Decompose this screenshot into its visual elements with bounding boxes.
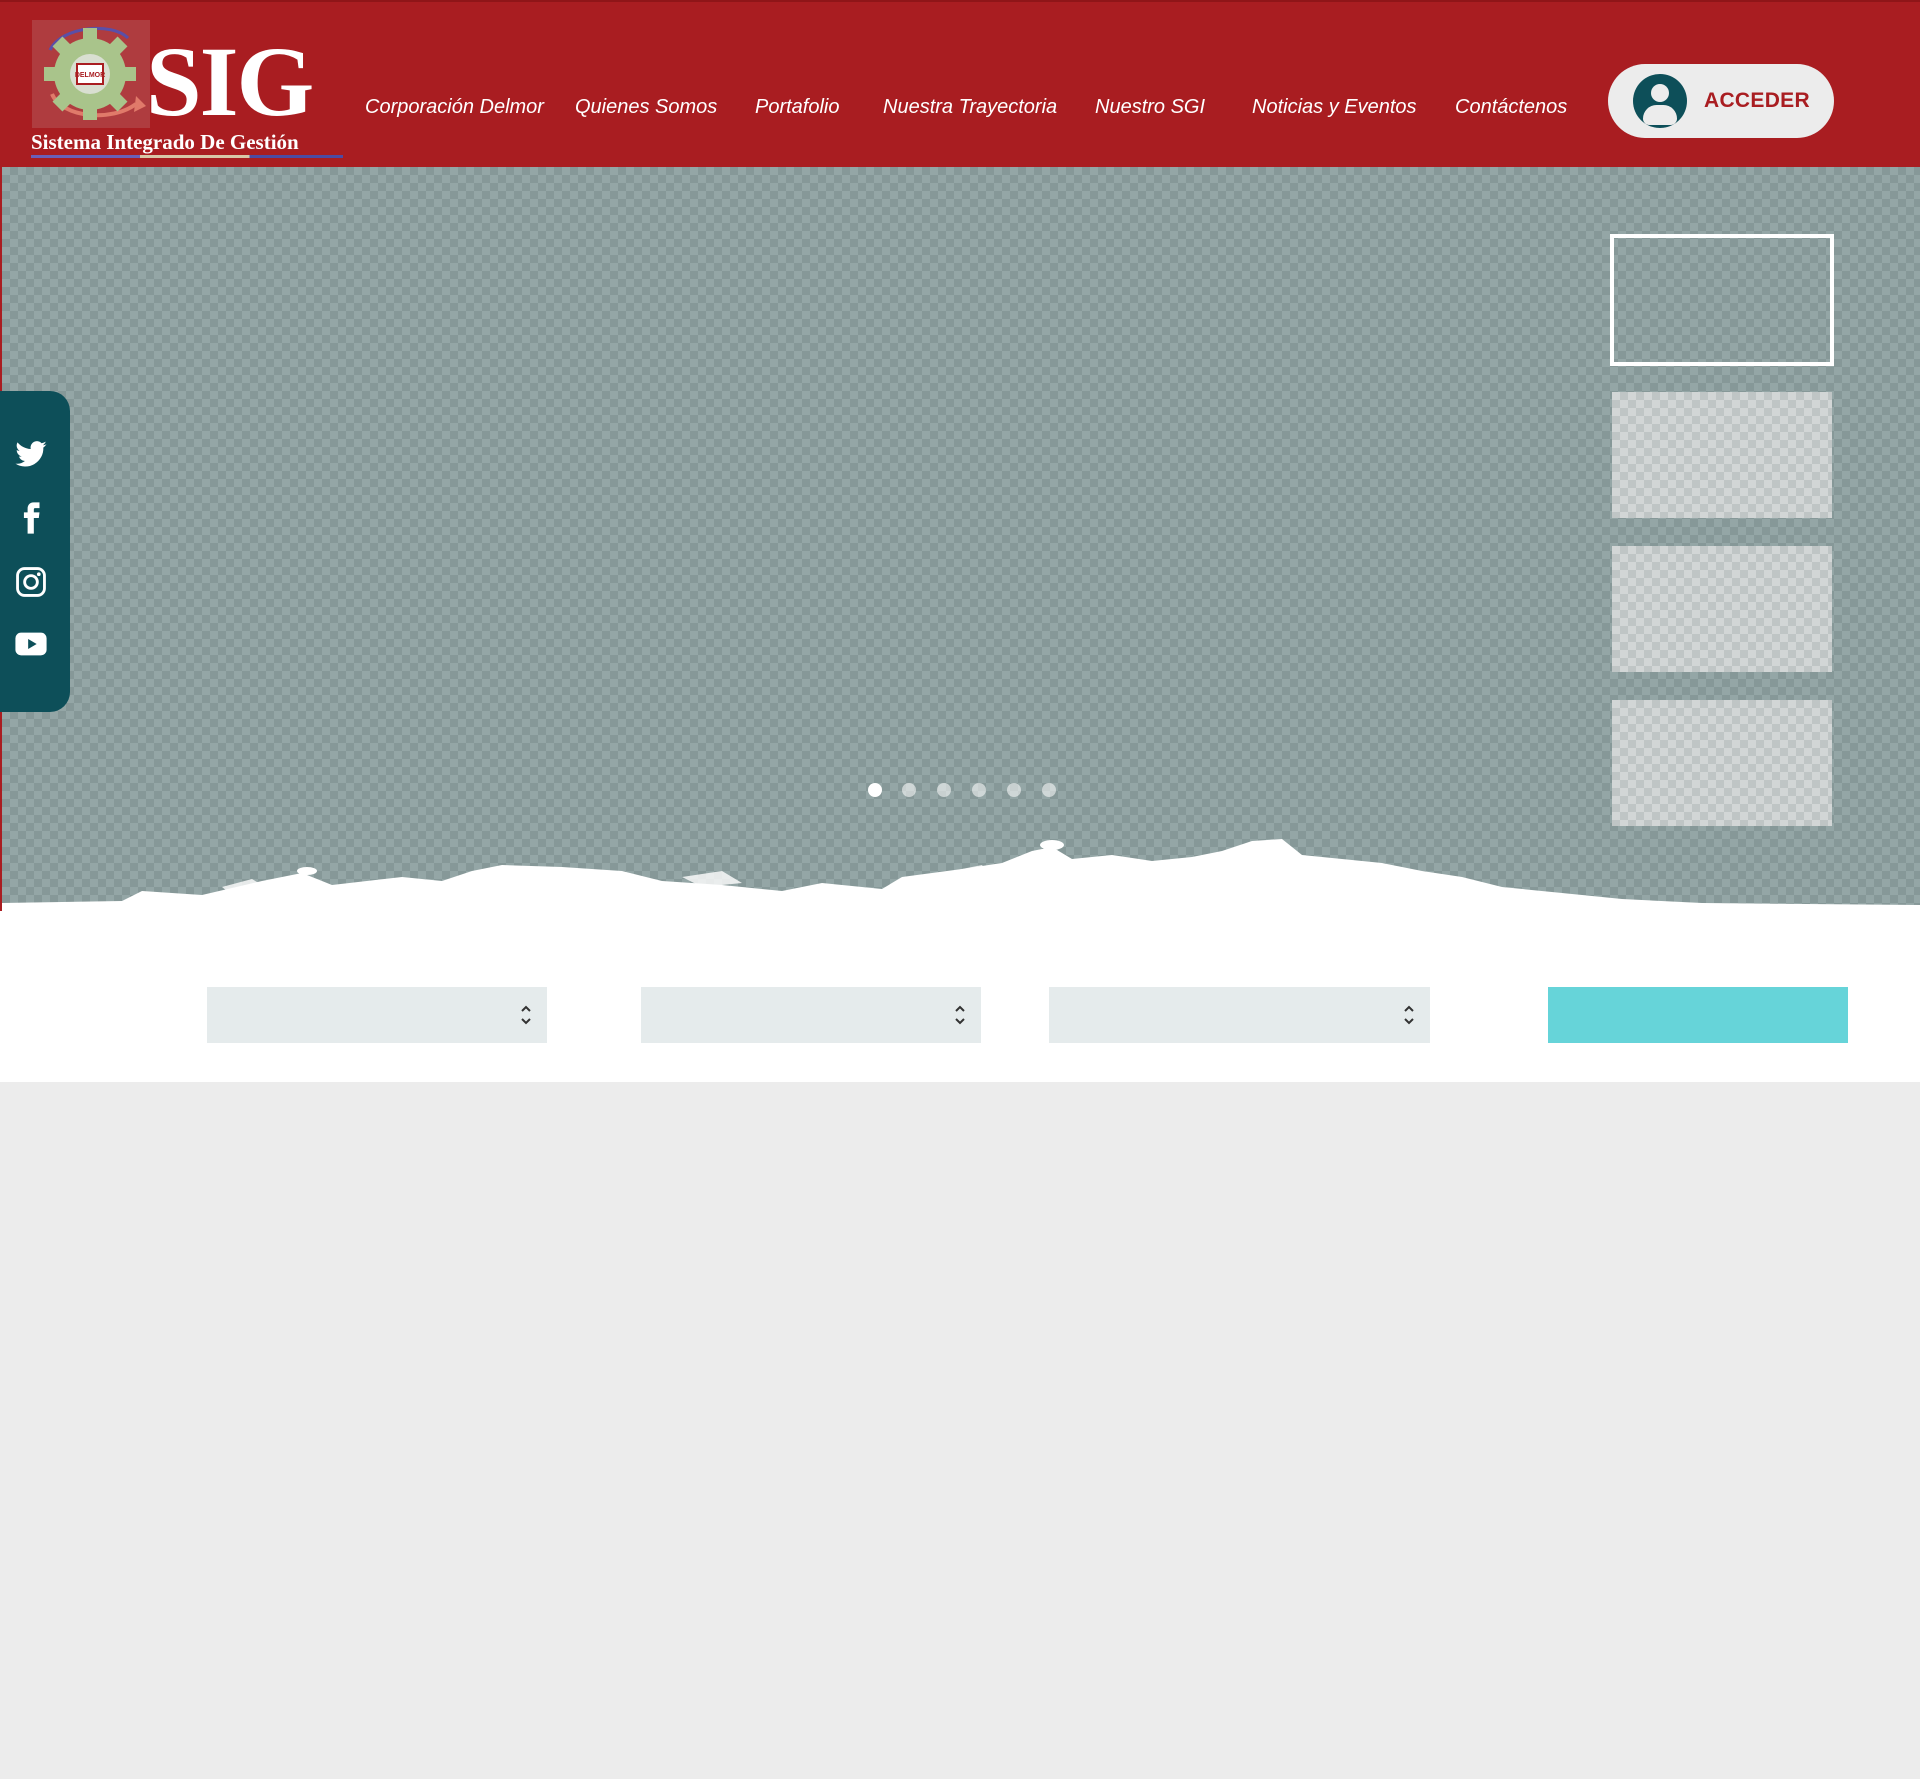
- user-circle-icon: [1633, 74, 1687, 128]
- twitter-icon[interactable]: [14, 437, 48, 471]
- hero-slider: [2, 167, 1920, 911]
- acceder-button[interactable]: ACCEDER: [1608, 64, 1834, 138]
- gear-logo-icon: DELMOR: [32, 20, 150, 128]
- filter-bar: [0, 911, 1920, 1082]
- slider-thumbnail-2[interactable]: [1612, 392, 1832, 518]
- nav-corporacion-delmor[interactable]: Corporación Delmor: [365, 94, 544, 120]
- social-sidebar: [0, 391, 70, 712]
- slider-dot-2[interactable]: [902, 783, 916, 797]
- nav-noticias-y-eventos[interactable]: Noticias y Eventos: [1252, 94, 1417, 120]
- up-down-chevron-icon: [955, 1005, 965, 1025]
- site-header: DELMOR SIG Sistema Integrado De Gestión …: [0, 0, 1920, 167]
- page: DELMOR SIG Sistema Integrado De Gestión …: [0, 0, 1920, 1082]
- brush-splash-divider: [2, 839, 1920, 911]
- logo-subtitle: Sistema Integrado De Gestión: [31, 130, 299, 154]
- slider-thumbnail-3[interactable]: [1612, 546, 1832, 672]
- youtube-icon[interactable]: [14, 627, 48, 661]
- slider-dot-4[interactable]: [972, 783, 986, 797]
- slider-dot-6[interactable]: [1042, 783, 1056, 797]
- nav-portafolio[interactable]: Portafolio: [755, 94, 840, 120]
- site-logo[interactable]: DELMOR SIG Sistema Integrado De Gestión: [30, 18, 345, 160]
- svg-text:DELMOR: DELMOR: [75, 72, 105, 79]
- filter-select-2[interactable]: [641, 987, 981, 1043]
- slider-thumbnail-4[interactable]: [1612, 700, 1832, 826]
- filter-submit-button[interactable]: [1548, 987, 1848, 1043]
- instagram-icon[interactable]: [14, 565, 48, 599]
- nav-quienes-somos[interactable]: Quienes Somos: [575, 94, 717, 120]
- slider-thumbnail-1[interactable]: [1610, 234, 1834, 366]
- filter-select-3[interactable]: [1049, 987, 1430, 1043]
- nav-nuestra-trayectoria[interactable]: Nuestra Trayectoria: [883, 94, 1057, 120]
- acceder-label: ACCEDER: [1704, 89, 1810, 112]
- page-background: [0, 1082, 1920, 1779]
- filter-select-1[interactable]: [207, 987, 547, 1043]
- logo-title: SIG: [146, 26, 314, 137]
- facebook-icon[interactable]: [14, 501, 48, 535]
- logo-underline: [31, 155, 343, 158]
- nav-contactenos[interactable]: Contáctenos: [1455, 94, 1567, 120]
- slider-dot-3[interactable]: [937, 783, 951, 797]
- up-down-chevron-icon: [1404, 1005, 1414, 1025]
- nav-nuestro-sgi[interactable]: Nuestro SGI: [1095, 94, 1205, 120]
- up-down-chevron-icon: [521, 1005, 531, 1025]
- slider-dot-5[interactable]: [1007, 783, 1021, 797]
- slider-dot-1[interactable]: [868, 783, 882, 797]
